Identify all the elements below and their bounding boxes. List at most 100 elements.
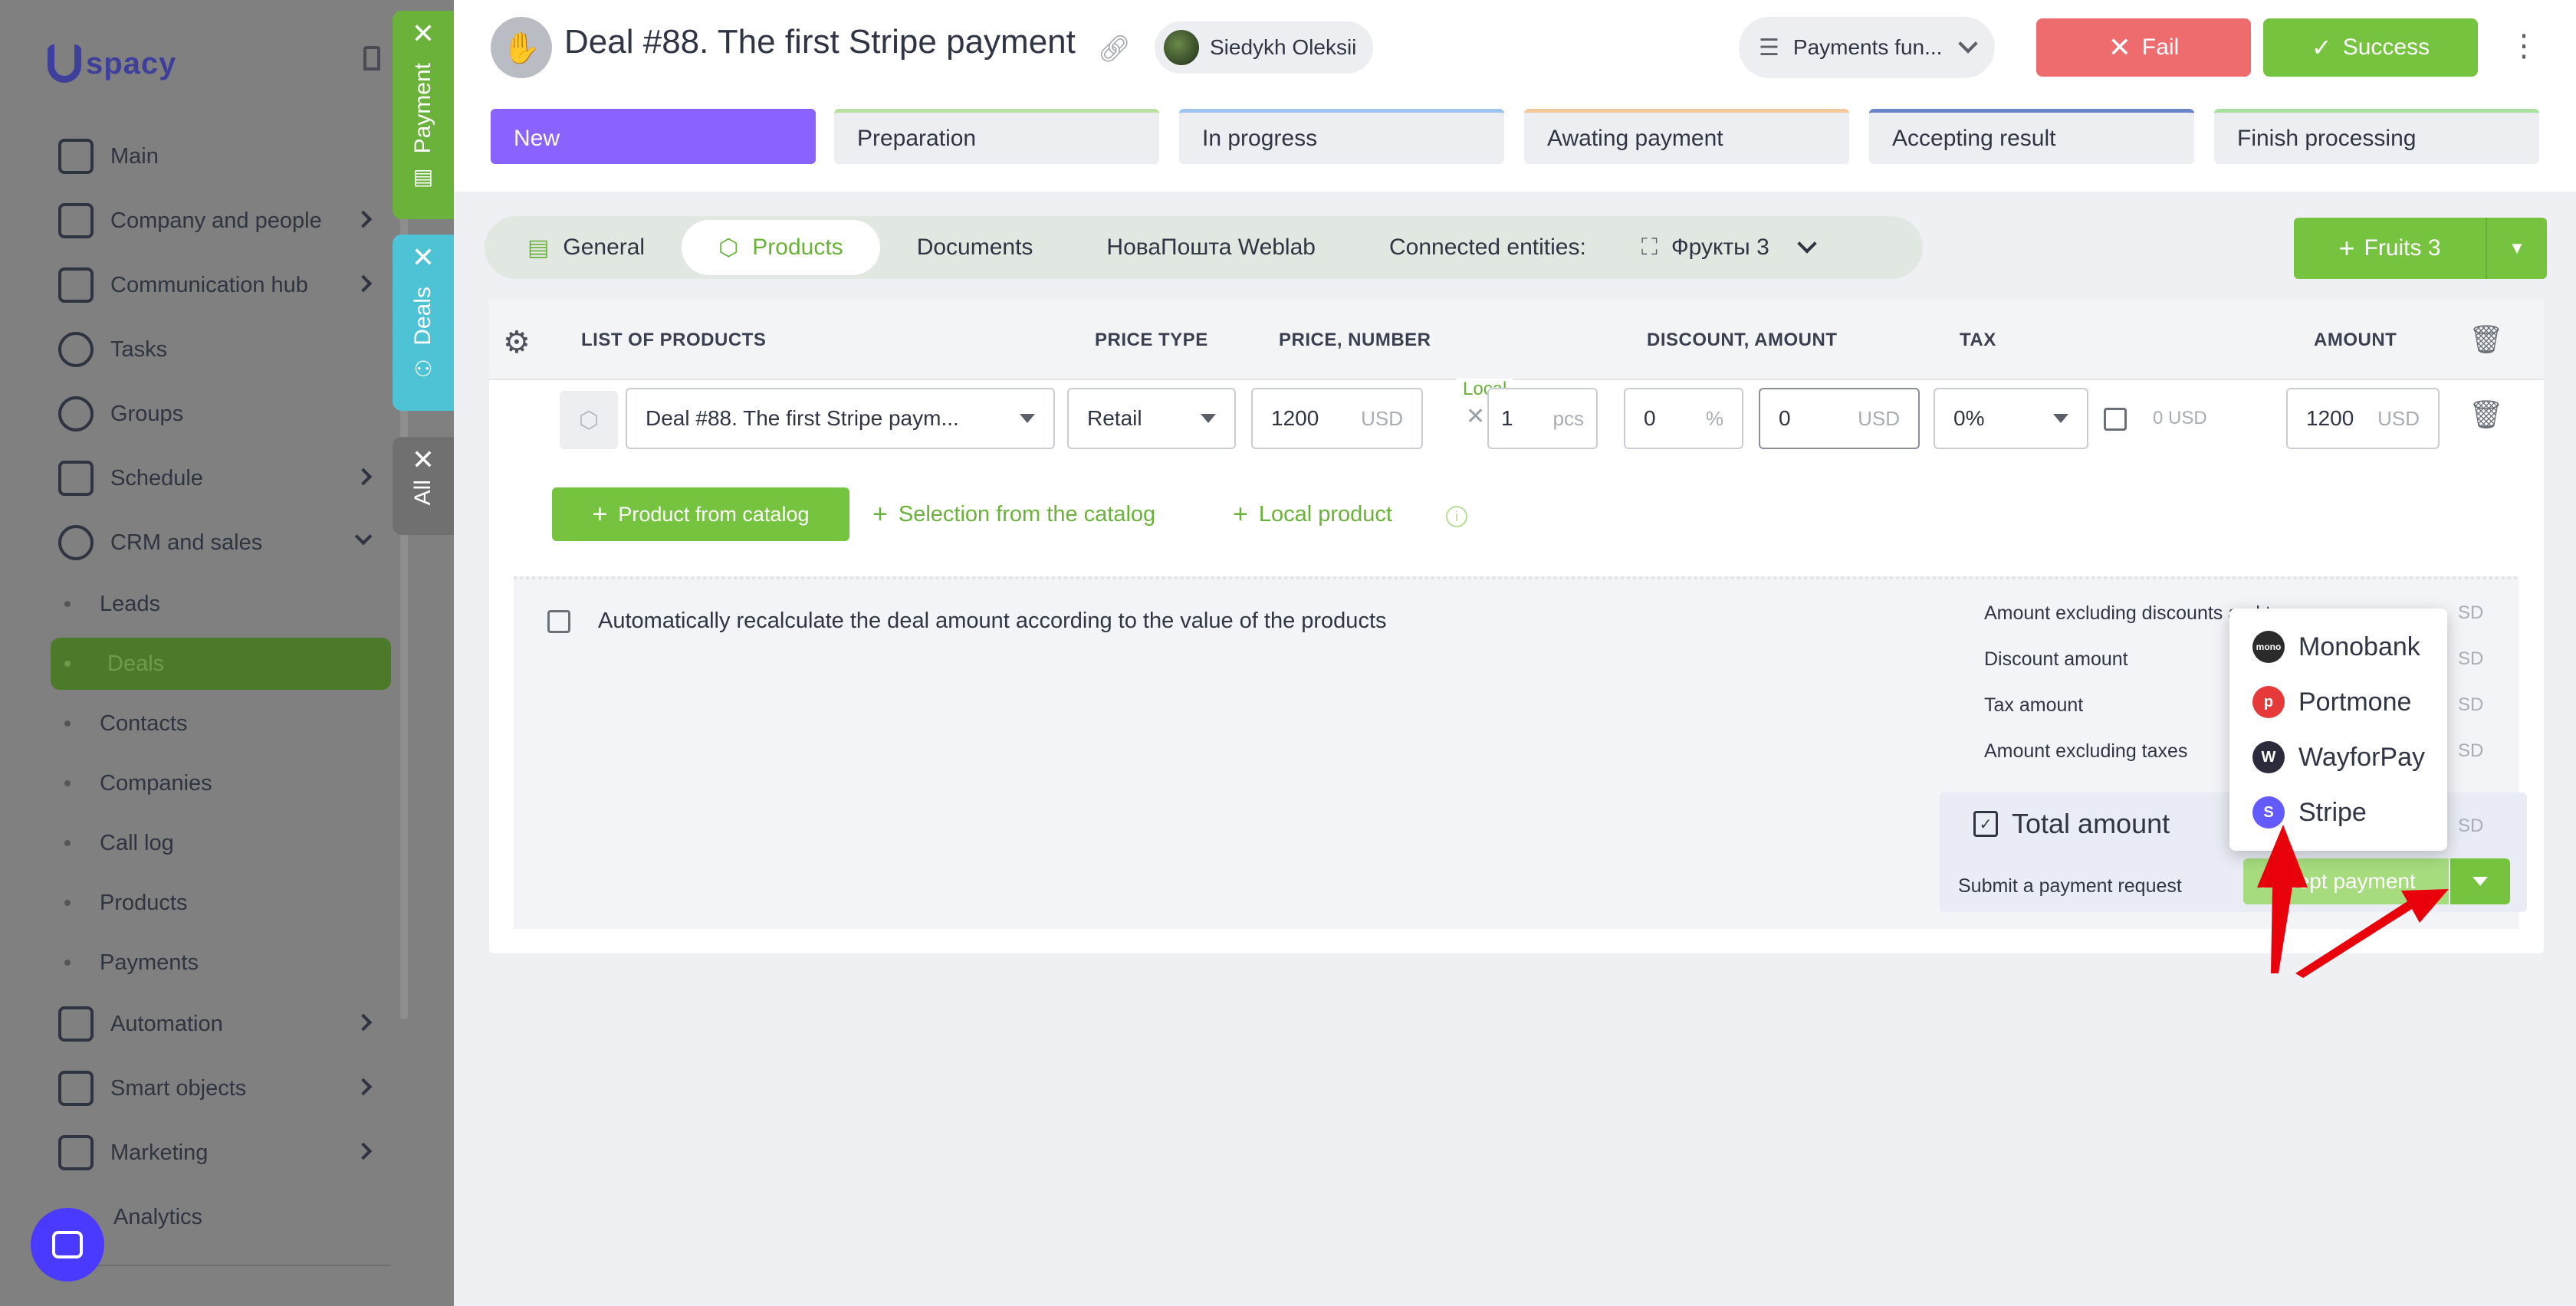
sidebar-item-label: Groups — [110, 401, 184, 426]
sidebar-item-marketing[interactable]: Marketing — [58, 1130, 208, 1176]
funnel-select[interactable]: ☰ Payments fun... — [1739, 17, 1995, 78]
chevron-down-icon[interactable] — [1797, 234, 1817, 254]
checklist-icon: ✓ — [1973, 811, 1998, 837]
sidebar-item-smart-objects[interactable]: Smart objects — [58, 1065, 246, 1111]
dropdown-arrow-icon — [1201, 414, 1216, 423]
quantity-input[interactable]: 1 pcs — [1487, 388, 1598, 449]
close-icon[interactable]: ✕ — [412, 18, 435, 49]
info-icon[interactable]: i — [1446, 506, 1467, 527]
product-select[interactable]: Deal #88. The first Stripe paym... — [626, 388, 1055, 449]
dropdown-arrow-icon — [2053, 414, 2068, 423]
discount-amount-label: Discount amount — [1984, 648, 2128, 670]
menu-item-label: Stripe — [2298, 797, 2367, 827]
add-fruits-main[interactable]: + Fruits 3 — [2294, 232, 2486, 264]
page-title[interactable]: Deal #88. The first Stripe payment — [564, 23, 1076, 61]
product-image-icon[interactable]: ⬡ — [560, 391, 618, 449]
sidebar-sub-deals[interactable]: Deals — [107, 638, 164, 690]
sidebar-sub-call-log[interactable]: Call log — [64, 820, 174, 866]
chevron-down-icon[interactable] — [354, 527, 373, 546]
chevron-right-icon[interactable] — [354, 274, 373, 293]
price-input[interactable]: 1200 USD — [1251, 388, 1423, 449]
menu-item-portmone[interactable]: p Portmone — [2229, 674, 2447, 730]
auto-recalculate-checkbox[interactable] — [547, 610, 570, 633]
chevron-right-icon[interactable] — [354, 1078, 373, 1096]
stage-in-progress[interactable]: In progress — [1179, 109, 1504, 164]
price-type-select[interactable]: Retail — [1067, 388, 1236, 449]
sidebar-item-main[interactable]: Main — [58, 133, 159, 179]
chevron-down-icon[interactable]: ▼ — [2486, 218, 2547, 279]
side-tab-deals[interactable]: ✕ Deals ⚇ — [393, 235, 454, 411]
tab-label: Products — [752, 235, 843, 260]
trash-icon[interactable]: 🗑︎ — [2469, 323, 2504, 356]
deal-hand-money-icon: ✋ — [491, 17, 552, 78]
discount-percent-value: 0 — [1644, 406, 1656, 430]
amount-input[interactable]: 1200 USD — [2286, 388, 2440, 449]
sidebar-item-communication[interactable]: Communication hub — [58, 262, 308, 308]
sidebar-sub-contacts[interactable]: Contacts — [64, 701, 187, 747]
discount-percent-input[interactable]: 0% — [1624, 388, 1743, 449]
tax-included-checkbox[interactable] — [2104, 408, 2127, 431]
stage-accepting-result[interactable]: Accepting result — [1869, 109, 2194, 164]
chevron-right-icon[interactable] — [354, 1013, 373, 1032]
close-icon[interactable]: ✕ — [412, 445, 435, 475]
sidebar-sub-payments[interactable]: Payments — [64, 940, 199, 986]
close-icon[interactable]: ✕ — [412, 242, 435, 273]
add-fruits-button[interactable]: + Fruits 3 ▼ — [2294, 218, 2547, 279]
sidebar-item-tasks[interactable]: Tasks — [58, 326, 167, 372]
gear-icon[interactable]: ⚙ — [503, 325, 531, 360]
building-icon — [58, 203, 94, 238]
side-tab-all[interactable]: ✕ All — [393, 437, 454, 535]
menu-item-monobank[interactable]: mono Monobank — [2229, 619, 2447, 674]
tab-products[interactable]: ⬡ Products — [682, 220, 880, 275]
sidebar-item-label: Smart objects — [110, 1075, 247, 1101]
sidebar-item-automation[interactable]: Automation — [58, 1001, 223, 1047]
support-chat-button[interactable] — [31, 1208, 104, 1281]
stage-label: New — [514, 125, 560, 151]
menu-item-wayforpay[interactable]: W WayforPay — [2229, 730, 2447, 785]
link-icon[interactable]: 🔗︎ — [1098, 34, 1131, 64]
accept-payment-dropdown[interactable] — [2450, 858, 2510, 904]
scan-icon: ⛶ — [1641, 235, 1658, 260]
sidebar-sub-deals-highlight[interactable] — [51, 638, 391, 690]
tab-fruits[interactable]: ⛶ Фрукты 3 — [1623, 220, 1769, 275]
chevron-right-icon[interactable] — [354, 1142, 373, 1160]
tab-novaposhta[interactable]: НоваПошта Weblab — [1070, 220, 1352, 275]
stage-awaiting-payment[interactable]: Awating payment — [1524, 109, 1849, 164]
local-product-link[interactable]: + Local product — [1233, 494, 1392, 535]
pin-icon[interactable] — [363, 46, 380, 71]
sidebar-item-groups[interactable]: Groups — [58, 391, 183, 437]
stripe-logo-icon: S — [2252, 796, 2285, 829]
stage-preparation[interactable]: Preparation — [834, 109, 1159, 164]
logo[interactable]: spacy — [48, 44, 176, 83]
sidebar-item-company[interactable]: Company and people — [58, 198, 322, 244]
stage-new[interactable]: New — [491, 109, 816, 164]
sidebar-sub-leads[interactable]: Leads — [64, 581, 160, 627]
accept-payment-button[interactable]: Accept payment — [2243, 858, 2449, 904]
sidebar-sub-companies[interactable]: Companies — [64, 760, 212, 806]
success-button[interactable]: ✓ Success — [2263, 18, 2478, 77]
tab-documents[interactable]: Documents — [880, 220, 1070, 275]
trash-icon[interactable]: 🗑︎ — [2469, 399, 2504, 431]
funnel-label: Payments fun... — [1792, 35, 1943, 59]
fail-button[interactable]: ✕ Fail — [2036, 18, 2251, 77]
owner-chip[interactable]: Siedykh Oleksii — [1155, 21, 1374, 74]
discount-amount-input[interactable]: 0 USD — [1759, 388, 1920, 449]
sidebar-item-crm[interactable]: CRM and sales — [58, 520, 262, 566]
selection-from-catalog-link[interactable]: + Selection from the catalog — [872, 494, 1155, 535]
sidebar-item-analytics[interactable]: Analytics — [113, 1194, 202, 1240]
chevron-right-icon[interactable] — [354, 210, 373, 228]
chevron-right-icon[interactable] — [354, 468, 373, 486]
tax-select[interactable]: 0% — [1934, 388, 2088, 449]
stage-finish-processing[interactable]: Finish processing — [2214, 109, 2539, 164]
tab-connected-entities[interactable]: Connected entities: — [1352, 220, 1623, 275]
sidebar-item-schedule[interactable]: Schedule — [58, 455, 203, 501]
sidebar-sub-products[interactable]: Products — [64, 880, 187, 926]
more-menu-icon[interactable]: ⋮ — [2509, 31, 2539, 61]
document-icon: ▤ — [527, 235, 550, 261]
menu-item-stripe[interactable]: S Stripe — [2229, 785, 2447, 840]
side-tab-payment[interactable]: ✕ Payment ▤ — [393, 11, 454, 219]
sidebar-item-label: Communication hub — [110, 272, 308, 297]
product-from-catalog-button[interactable]: + Product from catalog — [552, 487, 849, 541]
chat-icon — [58, 267, 94, 303]
tab-general[interactable]: ▤ General — [491, 220, 682, 275]
